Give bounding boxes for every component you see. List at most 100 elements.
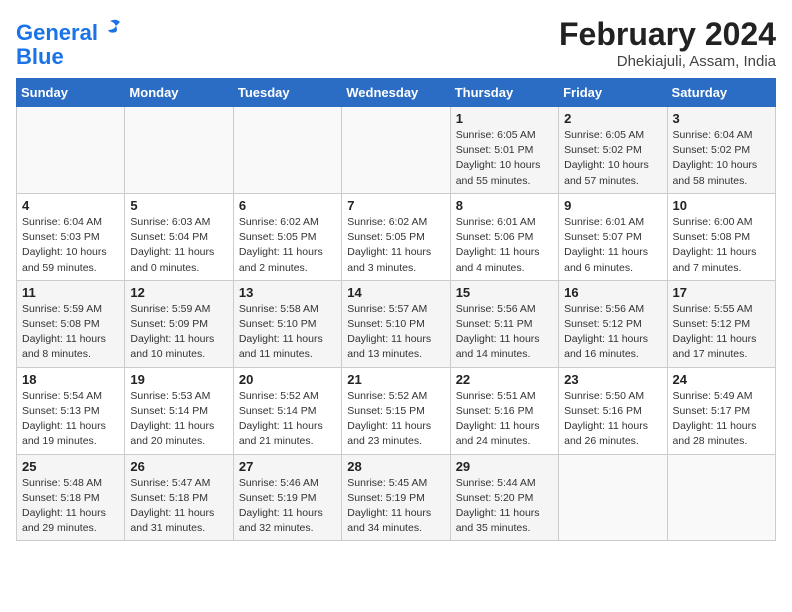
day-number: 2 [564,111,661,126]
day-info: Sunrise: 5:56 AMSunset: 5:11 PMDaylight:… [456,302,553,363]
weekday-header-saturday: Saturday [667,79,775,107]
day-info: Sunrise: 5:57 AMSunset: 5:10 PMDaylight:… [347,302,444,363]
day-info: Sunrise: 5:51 AMSunset: 5:16 PMDaylight:… [456,389,553,450]
day-number: 5 [130,198,227,213]
day-number: 1 [456,111,553,126]
day-info: Sunrise: 5:59 AMSunset: 5:08 PMDaylight:… [22,302,119,363]
day-number: 20 [239,372,336,387]
calendar-cell: 24 Sunrise: 5:49 AMSunset: 5:17 PMDayligh… [667,367,775,454]
day-number: 12 [130,285,227,300]
calendar-cell: 10 Sunrise: 6:00 AMSunset: 5:08 PMDayligh… [667,193,775,280]
logo: General Blue [16,16,124,69]
day-number: 8 [456,198,553,213]
logo-blue: Blue [16,44,64,69]
day-number: 24 [673,372,770,387]
weekday-header-row: SundayMondayTuesdayWednesdayThursdayFrid… [17,79,776,107]
day-number: 29 [456,459,553,474]
day-number: 27 [239,459,336,474]
day-number: 21 [347,372,444,387]
calendar-cell [17,107,125,194]
calendar-cell: 21 Sunrise: 5:52 AMSunset: 5:15 PMDayligh… [342,367,450,454]
calendar-cell [233,107,341,194]
calendar-cell: 18Sunrise: 5:54 AMSunset: 5:13 PMDayligh… [17,367,125,454]
calendar-cell: 16Sunrise: 5:56 AMSunset: 5:12 PMDayligh… [559,280,667,367]
calendar-cell: 25 Sunrise: 5:48 AMSunset: 5:18 PMDayligh… [17,454,125,541]
calendar-cell: 13Sunrise: 5:58 AMSunset: 5:10 PMDayligh… [233,280,341,367]
day-number: 23 [564,372,661,387]
day-info: Sunrise: 5:48 AMSunset: 5:18 PMDaylight:… [22,476,119,537]
calendar-cell: 14 Sunrise: 5:57 AMSunset: 5:10 PMDayligh… [342,280,450,367]
day-info: Sunrise: 5:49 AMSunset: 5:17 PMDaylight:… [673,389,770,450]
day-info: Sunrise: 6:00 AMSunset: 5:08 PMDaylight:… [673,215,770,276]
weekday-header-monday: Monday [125,79,233,107]
week-row-1: 4 Sunrise: 6:04 AMSunset: 5:03 PMDaylight… [17,193,776,280]
week-row-2: 11 Sunrise: 5:59 AMSunset: 5:08 PMDayligh… [17,280,776,367]
day-number: 22 [456,372,553,387]
day-number: 3 [673,111,770,126]
calendar-cell: 4 Sunrise: 6:04 AMSunset: 5:03 PMDaylight… [17,193,125,280]
calendar-cell: 8 Sunrise: 6:01 AMSunset: 5:06 PMDaylight… [450,193,558,280]
weekday-header-thursday: Thursday [450,79,558,107]
calendar-cell: 20 Sunrise: 5:52 AMSunset: 5:14 PMDayligh… [233,367,341,454]
logo-bird-icon [100,16,124,40]
day-number: 28 [347,459,444,474]
day-info: Sunrise: 6:04 AMSunset: 5:02 PMDaylight:… [673,128,770,189]
calendar-cell [342,107,450,194]
weekday-header-sunday: Sunday [17,79,125,107]
day-info: Sunrise: 5:52 AMSunset: 5:14 PMDaylight:… [239,389,336,450]
day-number: 10 [673,198,770,213]
calendar-cell: 9 Sunrise: 6:01 AMSunset: 5:07 PMDaylight… [559,193,667,280]
page-header: General Blue February 2024 Dhekiajuli, A… [16,16,776,70]
day-info: Sunrise: 6:03 AMSunset: 5:04 PMDaylight:… [130,215,227,276]
day-info: Sunrise: 5:50 AMSunset: 5:16 PMDaylight:… [564,389,661,450]
calendar-cell [125,107,233,194]
day-number: 11 [22,285,119,300]
calendar-cell: 29 Sunrise: 5:44 AMSunset: 5:20 PMDayligh… [450,454,558,541]
logo-general: General [16,20,98,45]
calendar-cell: 22 Sunrise: 5:51 AMSunset: 5:16 PMDayligh… [450,367,558,454]
day-number: 18 [22,372,119,387]
week-row-4: 25 Sunrise: 5:48 AMSunset: 5:18 PMDayligh… [17,454,776,541]
day-info: Sunrise: 5:45 AMSunset: 5:19 PMDaylight:… [347,476,444,537]
title-block: February 2024 Dhekiajuli, Assam, India [559,16,776,70]
calendar-cell: 12 Sunrise: 5:59 AMSunset: 5:09 PMDayligh… [125,280,233,367]
calendar-cell: 1Sunrise: 6:05 AMSunset: 5:01 PMDaylight… [450,107,558,194]
calendar-cell: 28 Sunrise: 5:45 AMSunset: 5:19 PMDayligh… [342,454,450,541]
day-info: Sunrise: 6:01 AMSunset: 5:06 PMDaylight:… [456,215,553,276]
calendar-table: SundayMondayTuesdayWednesdayThursdayFrid… [16,78,776,541]
day-info: Sunrise: 5:55 AMSunset: 5:12 PMDaylight:… [673,302,770,363]
day-info: Sunrise: 6:02 AMSunset: 5:05 PMDaylight:… [239,215,336,276]
calendar-cell [667,454,775,541]
weekday-header-friday: Friday [559,79,667,107]
day-number: 7 [347,198,444,213]
day-info: Sunrise: 5:58 AMSunset: 5:10 PMDaylight:… [239,302,336,363]
day-info: Sunrise: 5:52 AMSunset: 5:15 PMDaylight:… [347,389,444,450]
day-info: Sunrise: 5:46 AMSunset: 5:19 PMDaylight:… [239,476,336,537]
week-row-3: 18Sunrise: 5:54 AMSunset: 5:13 PMDayligh… [17,367,776,454]
day-info: Sunrise: 5:56 AMSunset: 5:12 PMDaylight:… [564,302,661,363]
month-year-title: February 2024 [559,16,776,53]
day-number: 26 [130,459,227,474]
day-number: 25 [22,459,119,474]
day-info: Sunrise: 6:05 AMSunset: 5:02 PMDaylight:… [564,128,661,189]
day-info: Sunrise: 6:01 AMSunset: 5:07 PMDaylight:… [564,215,661,276]
day-number: 15 [456,285,553,300]
calendar-cell: 26 Sunrise: 5:47 AMSunset: 5:18 PMDayligh… [125,454,233,541]
day-info: Sunrise: 5:53 AMSunset: 5:14 PMDaylight:… [130,389,227,450]
calendar-cell: 5 Sunrise: 6:03 AMSunset: 5:04 PMDaylight… [125,193,233,280]
day-info: Sunrise: 5:59 AMSunset: 5:09 PMDaylight:… [130,302,227,363]
day-number: 6 [239,198,336,213]
calendar-cell: 7 Sunrise: 6:02 AMSunset: 5:05 PMDaylight… [342,193,450,280]
day-info: Sunrise: 6:04 AMSunset: 5:03 PMDaylight:… [22,215,119,276]
day-number: 19 [130,372,227,387]
day-number: 14 [347,285,444,300]
day-info: Sunrise: 5:44 AMSunset: 5:20 PMDaylight:… [456,476,553,537]
week-row-0: 1Sunrise: 6:05 AMSunset: 5:01 PMDaylight… [17,107,776,194]
calendar-cell: 19 Sunrise: 5:53 AMSunset: 5:14 PMDayligh… [125,367,233,454]
day-info: Sunrise: 5:47 AMSunset: 5:18 PMDaylight:… [130,476,227,537]
day-number: 4 [22,198,119,213]
weekday-header-tuesday: Tuesday [233,79,341,107]
day-number: 9 [564,198,661,213]
day-info: Sunrise: 6:02 AMSunset: 5:05 PMDaylight:… [347,215,444,276]
calendar-cell: 2 Sunrise: 6:05 AMSunset: 5:02 PMDaylight… [559,107,667,194]
